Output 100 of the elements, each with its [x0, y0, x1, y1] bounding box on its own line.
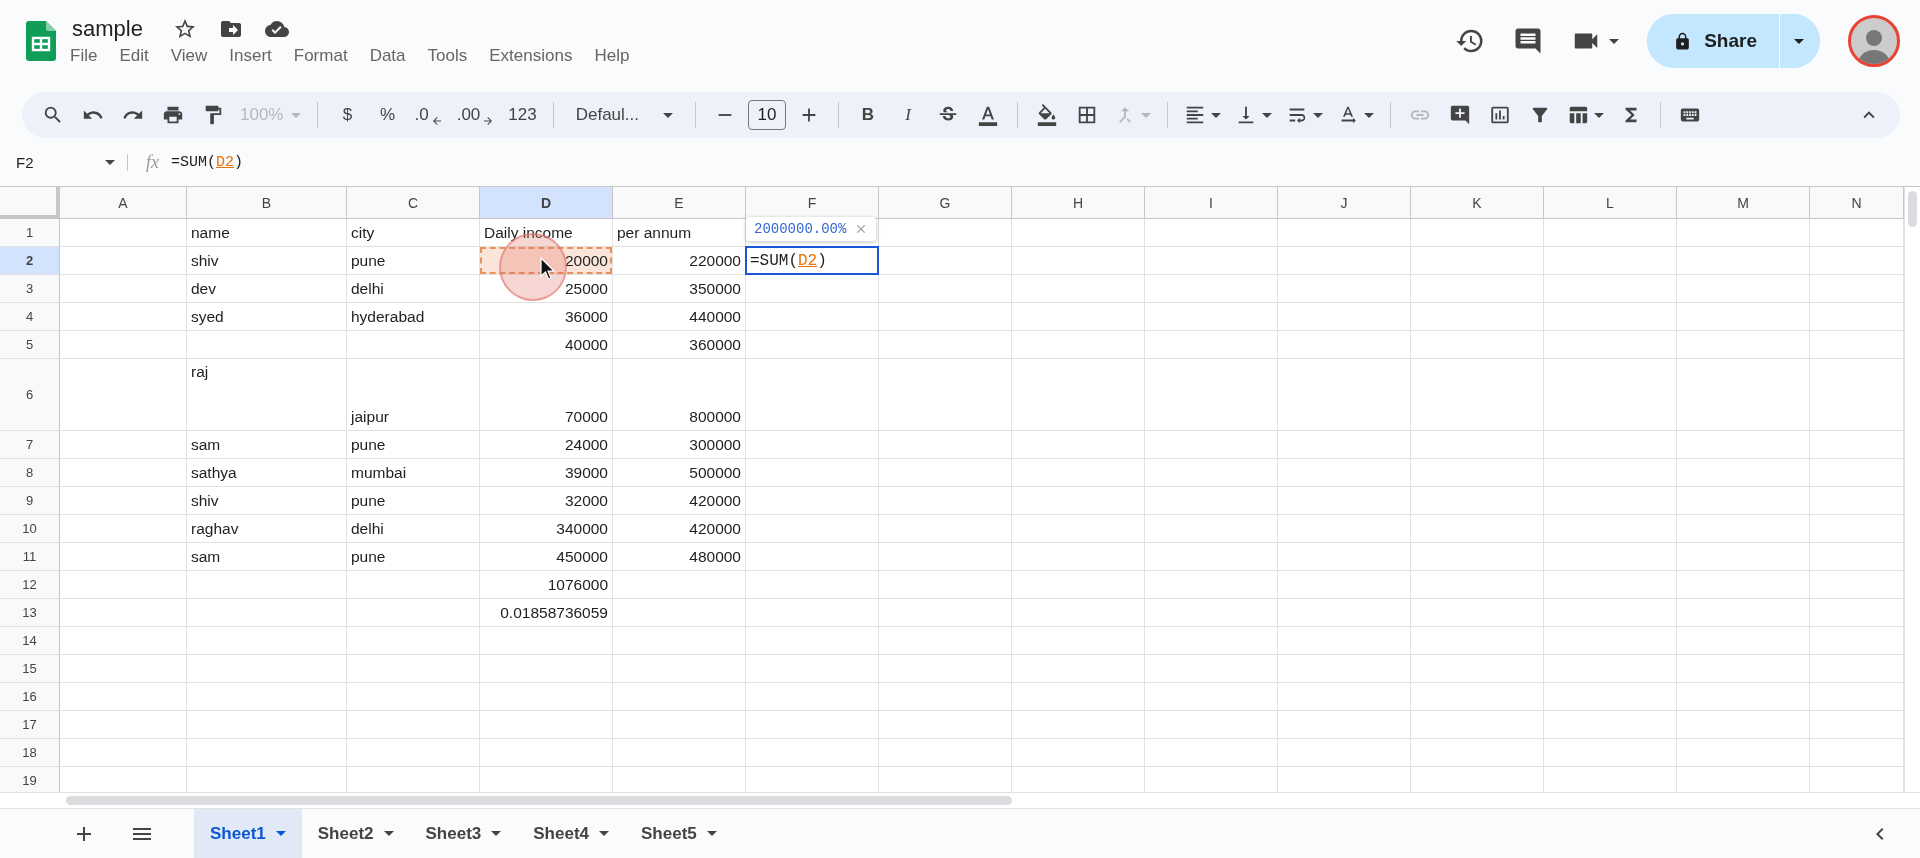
empty-cell[interactable]: [1012, 599, 1145, 627]
empty-cell[interactable]: [1411, 359, 1544, 431]
empty-cell[interactable]: [1278, 459, 1411, 487]
empty-cell[interactable]: [879, 627, 1012, 655]
empty-cell[interactable]: [613, 711, 746, 739]
empty-cell[interactable]: [187, 599, 347, 627]
sheet-tab[interactable]: Sheet5: [625, 808, 733, 858]
empty-cell[interactable]: [1278, 515, 1411, 543]
empty-cell[interactable]: [1544, 543, 1677, 571]
empty-cell[interactable]: [746, 431, 879, 459]
empty-cell[interactable]: [347, 711, 480, 739]
empty-cell[interactable]: [746, 571, 879, 599]
sheet-tab[interactable]: Sheet1: [194, 808, 302, 858]
empty-cell[interactable]: [1411, 459, 1544, 487]
menu-item[interactable]: Format: [293, 46, 348, 66]
empty-cell[interactable]: [1145, 459, 1278, 487]
increase-decimals-button[interactable]: .00: [452, 97, 499, 133]
empty-cell[interactable]: [1544, 571, 1677, 599]
row-header[interactable]: 18: [0, 739, 60, 767]
empty-cell[interactable]: [1012, 247, 1145, 275]
empty-cell[interactable]: [1278, 275, 1411, 303]
empty-cell[interactable]: [1544, 459, 1677, 487]
empty-cell[interactable]: [1145, 515, 1278, 543]
empty-cell[interactable]: [879, 571, 1012, 599]
row-header[interactable]: 15: [0, 655, 60, 683]
empty-cell[interactable]: [1677, 247, 1810, 275]
empty-cell[interactable]: [879, 599, 1012, 627]
empty-cell[interactable]: [879, 543, 1012, 571]
empty-cell[interactable]: [187, 711, 347, 739]
menu-item[interactable]: Data: [369, 46, 406, 66]
empty-cell[interactable]: [1411, 739, 1544, 767]
decrease-decimals-button[interactable]: .0: [410, 97, 447, 133]
column-header[interactable]: F: [746, 187, 879, 219]
row-header[interactable]: 10: [0, 515, 60, 543]
font-dropdown[interactable]: Defaul...: [565, 97, 683, 133]
empty-cell[interactable]: [879, 487, 1012, 515]
empty-cell[interactable]: [1145, 359, 1278, 431]
empty-cell[interactable]: [746, 711, 879, 739]
empty-cell[interactable]: [1145, 331, 1278, 359]
empty-cell[interactable]: [1012, 219, 1145, 247]
empty-cell[interactable]: [1012, 303, 1145, 331]
empty-cell[interactable]: [1012, 627, 1145, 655]
empty-cell[interactable]: [1677, 655, 1810, 683]
row-header[interactable]: 19: [0, 767, 60, 792]
comment-icon[interactable]: [1513, 26, 1544, 56]
empty-cell[interactable]: [1677, 515, 1810, 543]
empty-cell[interactable]: [347, 571, 480, 599]
font-size-field[interactable]: 10: [748, 100, 786, 130]
empty-cell[interactable]: [1278, 247, 1411, 275]
empty-cell[interactable]: [879, 711, 1012, 739]
menu-item[interactable]: Help: [594, 46, 630, 66]
empty-cell[interactable]: [1145, 303, 1278, 331]
row-header[interactable]: 12: [0, 571, 60, 599]
column-header[interactable]: M: [1677, 187, 1810, 219]
empty-cell[interactable]: [1677, 711, 1810, 739]
menu-item[interactable]: File: [70, 46, 98, 66]
empty-cell[interactable]: [1145, 247, 1278, 275]
empty-cell[interactable]: [746, 543, 879, 571]
empty-cell[interactable]: [1278, 303, 1411, 331]
empty-cell[interactable]: [1677, 599, 1810, 627]
empty-cell[interactable]: [1411, 655, 1544, 683]
empty-cell[interactable]: [879, 515, 1012, 543]
empty-cell[interactable]: [1145, 219, 1278, 247]
avatar[interactable]: [1848, 15, 1900, 67]
empty-cell[interactable]: [1145, 487, 1278, 515]
empty-cell[interactable]: [1278, 683, 1411, 711]
column-header[interactable]: K: [1411, 187, 1544, 219]
italic-button[interactable]: I: [891, 97, 925, 133]
star-icon[interactable]: [172, 17, 197, 41]
formula-field[interactable]: =SUM(D2): [171, 153, 244, 171]
empty-cell[interactable]: [1411, 627, 1544, 655]
empty-cell[interactable]: [1145, 599, 1278, 627]
empty-cell[interactable]: [1012, 571, 1145, 599]
empty-cell[interactable]: [1677, 219, 1810, 247]
column-header[interactable]: B: [187, 187, 347, 219]
empty-cell[interactable]: [1677, 431, 1810, 459]
empty-cell[interactable]: [1012, 431, 1145, 459]
empty-cell[interactable]: [347, 599, 480, 627]
empty-cell[interactable]: [746, 655, 879, 683]
empty-cell[interactable]: [1544, 275, 1677, 303]
empty-cell[interactable]: [1012, 359, 1145, 431]
empty-cell[interactable]: [480, 739, 613, 767]
scrollbar-thumb[interactable]: [1908, 191, 1917, 227]
empty-cell[interactable]: [1544, 331, 1677, 359]
empty-cell[interactable]: [347, 683, 480, 711]
column-header[interactable]: A: [60, 187, 187, 219]
cell-editor[interactable]: =SUM(D2): [745, 246, 879, 275]
empty-cell[interactable]: [1411, 711, 1544, 739]
column-header[interactable]: I: [1145, 187, 1278, 219]
column-header[interactable]: J: [1278, 187, 1411, 219]
empty-cell[interactable]: [1145, 655, 1278, 683]
empty-cell[interactable]: [1544, 303, 1677, 331]
empty-cell[interactable]: [1544, 711, 1677, 739]
empty-cell[interactable]: [347, 655, 480, 683]
empty-cell[interactable]: [746, 739, 879, 767]
column-header[interactable]: D: [480, 187, 613, 219]
empty-cell[interactable]: [187, 683, 347, 711]
empty-cell[interactable]: [1145, 571, 1278, 599]
empty-cell[interactable]: [1012, 275, 1145, 303]
empty-cell[interactable]: [1544, 739, 1677, 767]
